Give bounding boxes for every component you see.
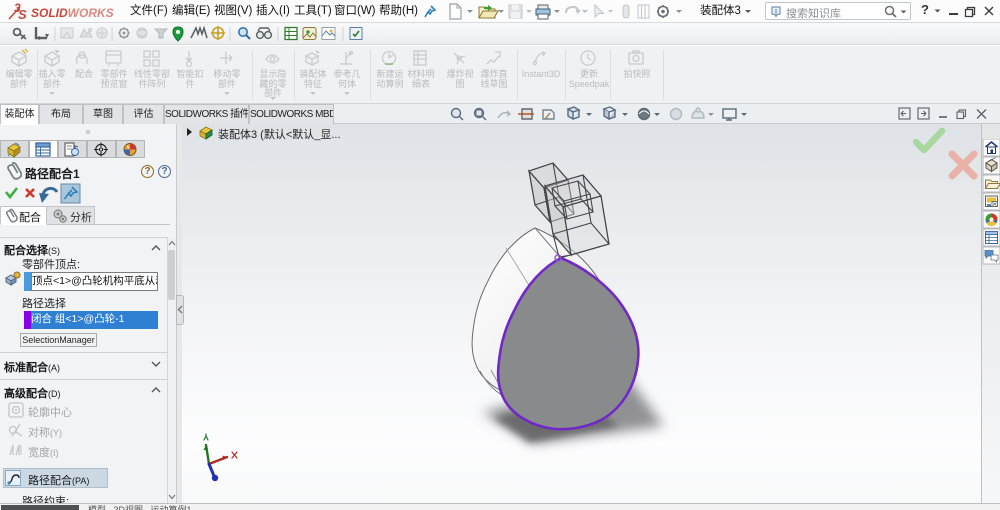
svg-text:线草图: 线草图 [480,78,507,89]
svg-text:件: 件 [185,78,194,89]
svg-text:特征: 特征 [304,78,322,89]
svg-text:图: 图 [455,79,464,89]
svg-text:插入零: 插入零 [38,68,65,79]
svg-text:SOLIDWORKS: SOLIDWORKS [31,6,114,20]
svg-text:部件: 部件 [218,78,236,89]
svg-text:S: S [18,7,27,21]
svg-text:部件: 部件 [264,87,282,98]
svg-text:更新: 更新 [580,68,598,79]
svg-text:动算例: 动算例 [376,78,403,89]
svg-text:配合: 配合 [75,68,93,79]
svg-text:装配体: 装配体 [299,68,326,79]
svg-text:件阵列: 件阵列 [138,78,165,89]
svg-text:智能扣: 智能扣 [176,68,203,79]
svg-text:编辑零: 编辑零 [5,68,32,79]
svg-text:爆炸直: 爆炸直 [480,68,507,79]
svg-text:细表: 细表 [412,78,430,89]
svg-text:部件: 部件 [10,78,28,89]
svg-text:部件: 部件 [43,78,61,89]
svg-text:何体: 何体 [338,78,356,89]
svg-text:显示隐: 显示隐 [259,68,286,79]
svg-text:材料明: 材料明 [407,68,434,79]
svg-text:Speedpak: Speedpak [569,79,610,89]
svg-text:拍快照: 拍快照 [623,68,650,79]
svg-text:参考几: 参考几 [333,68,360,79]
svg-text:Instant3D: Instant3D [522,69,561,79]
svg-text:预览窗: 预览窗 [100,78,127,89]
svg-text:零部件: 零部件 [100,68,127,79]
svg-text:新建运: 新建运 [376,68,403,79]
svg-text:线性零部: 线性零部 [134,68,170,79]
svg-text:爆炸视: 爆炸视 [446,68,473,79]
svg-text:移动零: 移动零 [213,68,240,79]
